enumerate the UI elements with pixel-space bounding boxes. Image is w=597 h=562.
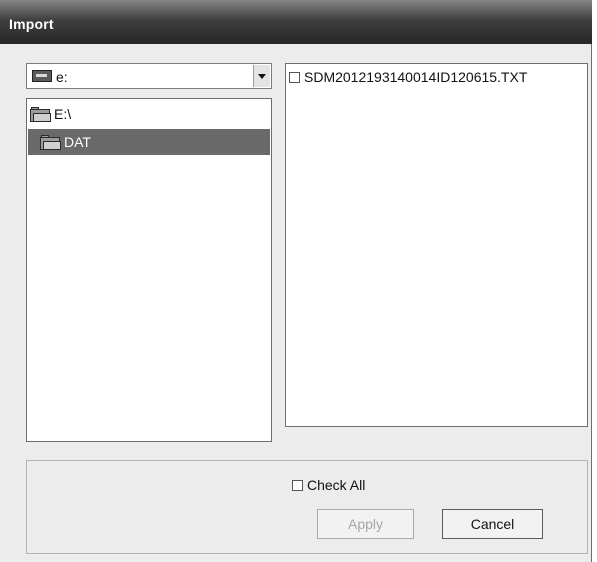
tree-item-dat[interactable]: DAT bbox=[28, 129, 270, 155]
tree-item-e-drive[interactable]: E:\ bbox=[30, 101, 71, 127]
drive-dropdown[interactable]: e: bbox=[26, 63, 272, 89]
file-list[interactable]: SDM2012193140014ID120615.TXT bbox=[285, 63, 588, 427]
apply-button[interactable]: Apply bbox=[317, 509, 414, 539]
list-item[interactable]: SDM2012193140014ID120615.TXT bbox=[289, 69, 527, 85]
drive-icon bbox=[32, 70, 52, 82]
window-title: Import bbox=[9, 16, 54, 32]
open-folder-icon bbox=[40, 134, 62, 151]
file-name: SDM2012193140014ID120615.TXT bbox=[304, 69, 528, 85]
tree-item-label: DAT bbox=[64, 134, 91, 150]
import-dialog: Import e: E:\ DAT SDM2012193140014ID1206… bbox=[0, 0, 592, 562]
check-all-label: Check All bbox=[307, 477, 366, 493]
tree-item-label: E:\ bbox=[54, 106, 72, 122]
file-checkbox[interactable] bbox=[289, 71, 300, 83]
folder-tree[interactable]: E:\ DAT bbox=[26, 98, 272, 442]
check-all-option[interactable]: Check All bbox=[292, 477, 365, 493]
cancel-button[interactable]: Cancel bbox=[442, 509, 543, 539]
check-all-checkbox[interactable] bbox=[292, 479, 303, 491]
open-folder-icon bbox=[30, 106, 52, 123]
title-bar[interactable]: Import bbox=[0, 0, 592, 44]
dropdown-arrow-button[interactable] bbox=[253, 65, 270, 87]
drive-dropdown-value: e: bbox=[56, 69, 68, 85]
action-panel: Check All Apply Cancel bbox=[26, 460, 588, 554]
chevron-down-icon bbox=[258, 73, 266, 79]
